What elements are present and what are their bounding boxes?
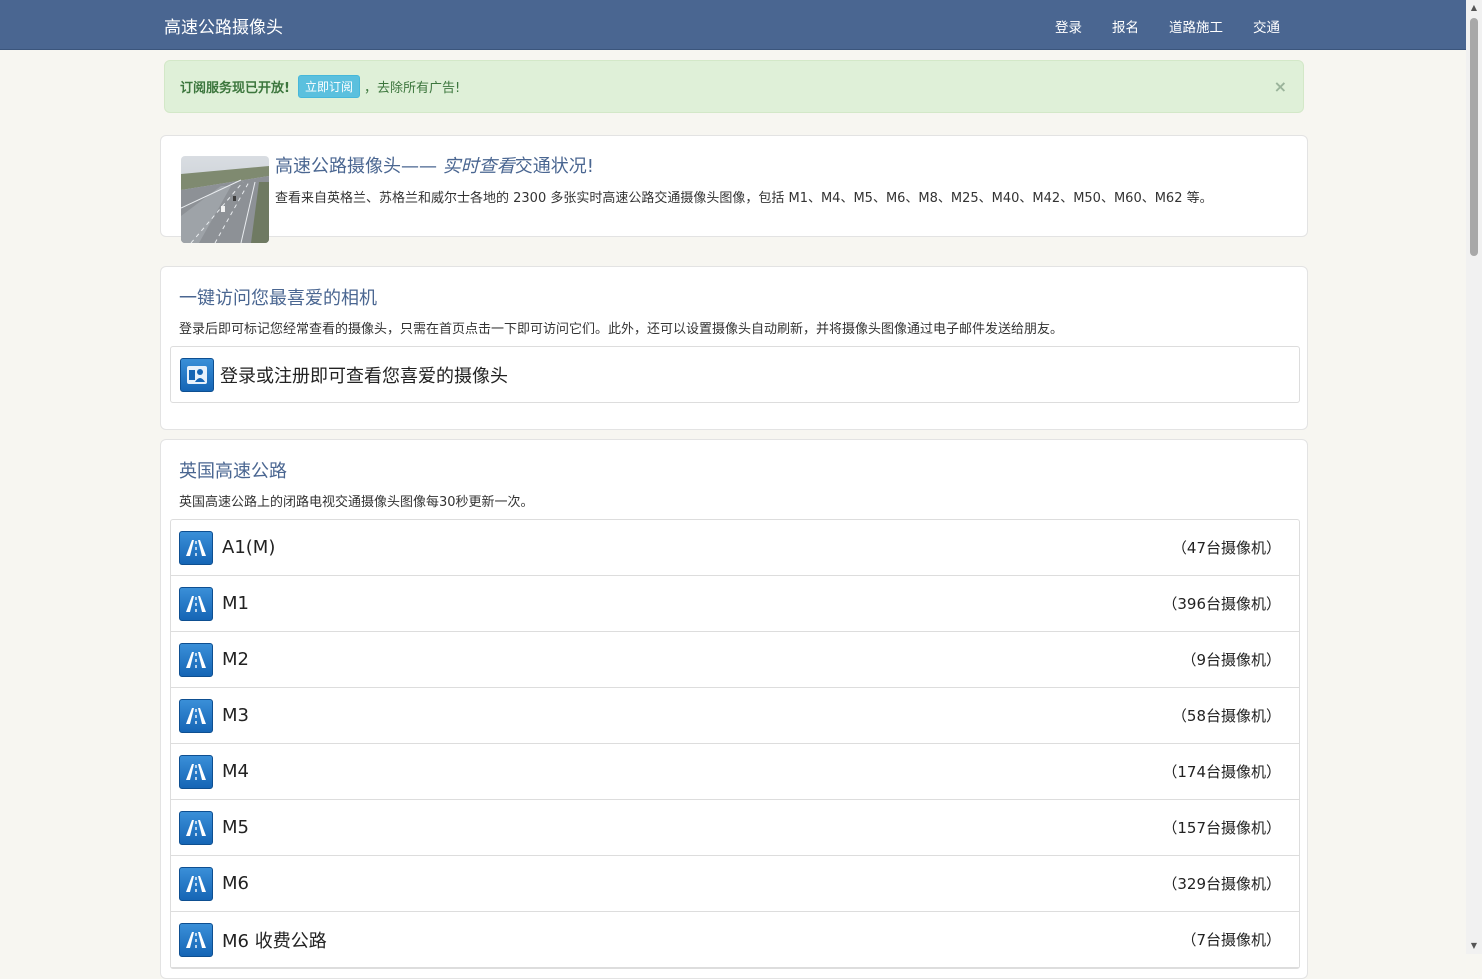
user-login-icon — [180, 357, 214, 392]
subscribe-now-button[interactable]: 立即订阅 — [297, 75, 360, 98]
page-scrollbar[interactable]: ▲ ▼ — [1466, 0, 1482, 954]
scroll-down-arrow-icon[interactable]: ▼ — [1466, 938, 1482, 954]
motorways-card: 英国高速公路 英国高速公路上的闭路电视交通摄像头图像每30秒更新一次。 A1(M… — [160, 439, 1308, 979]
scroll-thumb[interactable] — [1470, 18, 1478, 256]
hero-card: 高速公路摄像头—— 实时查看交通状况! 查看来自英格兰、苏格兰和威尔士各地的 2… — [160, 135, 1308, 243]
camera-count: （9台摄像机） — [1181, 651, 1281, 669]
motorways-title: 英国高速公路 — [179, 461, 287, 482]
subscription-alert: 订阅服务现已开放! 立即订阅 ，去除所有广告! × — [164, 60, 1304, 113]
motorway-list-item[interactable]: M6 （329台摄像机） — [171, 856, 1299, 912]
motorway-list-item[interactable]: M3 （58台摄像机） — [171, 688, 1299, 744]
motorway-list-item[interactable]: M6 收费公路 （7台摄像机） — [171, 912, 1299, 968]
motorway-name[interactable]: M2 — [222, 649, 249, 670]
scroll-up-arrow-icon[interactable]: ▲ — [1466, 0, 1482, 16]
camera-count: （58台摄像机） — [1171, 707, 1281, 725]
camera-count: （396台摄像机） — [1162, 595, 1281, 613]
login-register-link[interactable]: 登录或注册即可查看您喜爱的摄像头 — [170, 346, 1300, 403]
motorway-name[interactable]: M5 — [222, 817, 249, 838]
motorway-name[interactable]: M1 — [222, 593, 249, 614]
motorway-road-icon — [179, 586, 213, 621]
motorway-list-item[interactable]: A1(M) （47台摄像机） — [171, 520, 1299, 576]
camera-count: （174台摄像机） — [1162, 763, 1281, 781]
camera-count: （47台摄像机） — [1171, 539, 1281, 557]
site-brand[interactable]: 高速公路摄像头 — [164, 13, 283, 38]
motorway-road-icon — [179, 866, 213, 901]
motorway-name[interactable]: M4 — [222, 761, 249, 782]
motorway-road-icon — [179, 530, 213, 565]
motorway-list: A1(M) （47台摄像机） M1 （396台摄像机） M2 （9台摄像机） M3 （58台摄… — [170, 519, 1300, 969]
nav-register[interactable]: 报名 — [1112, 16, 1139, 36]
motorway-road-icon — [179, 754, 213, 789]
alert-headline: 订阅服务现已开放! — [180, 81, 290, 96]
motorway-photo-thumbnail — [181, 156, 269, 243]
motorway-list-item[interactable]: M2 （9台摄像机） — [171, 632, 1299, 688]
motorway-road-icon — [179, 810, 213, 845]
login-prompt-text: 登录或注册即可查看您喜爱的摄像头 — [220, 365, 508, 387]
motorway-road-icon — [179, 698, 213, 733]
close-icon[interactable]: × — [1274, 77, 1287, 96]
motorway-list-item[interactable]: M4 （174台摄像机） — [171, 744, 1299, 800]
alert-text: ，去除所有广告! — [363, 81, 461, 96]
camera-count: （157台摄像机） — [1162, 819, 1281, 837]
hero-title-prefix: 高速公路摄像头—— — [275, 156, 443, 177]
nav-traffic[interactable]: 交通 — [1253, 16, 1280, 36]
motorway-road-icon — [179, 922, 213, 957]
camera-count: （7台摄像机） — [1181, 931, 1281, 949]
motorway-list-item[interactable]: M5 （157台摄像机） — [171, 800, 1299, 856]
nav-login[interactable]: 登录 — [1055, 16, 1082, 36]
motorway-name[interactable]: A1(M) — [222, 537, 275, 558]
top-navbar: 高速公路摄像头 登录 报名 道路施工 交通 — [0, 0, 1466, 50]
motorway-name[interactable]: M6 — [222, 873, 249, 894]
hero-title-suffix: 交通状况! — [514, 156, 594, 177]
favorites-card: 一键访问您最喜爱的相机 登录后即可标记您经常查看的摄像头，只需在首页点击一下即可… — [160, 266, 1308, 430]
motorway-road-icon — [179, 642, 213, 677]
favorites-title: 一键访问您最喜爱的相机 — [179, 288, 377, 309]
favorites-description: 登录后即可标记您经常查看的摄像头，只需在首页点击一下即可访问它们。此外，还可以设… — [179, 322, 1064, 337]
nav-links: 登录 报名 道路施工 交通 — [1055, 16, 1280, 36]
hero-title: 高速公路摄像头—— 实时查看交通状况! — [275, 152, 594, 178]
hero-title-emphasis: 实时查看 — [442, 156, 515, 177]
hero-description: 查看来自英格兰、苏格兰和威尔士各地的 2300 多张实时高速公路交通摄像头图像，… — [275, 191, 1213, 206]
motorway-name[interactable]: M3 — [222, 705, 249, 726]
motorways-description: 英国高速公路上的闭路电视交通摄像头图像每30秒更新一次。 — [179, 495, 534, 510]
camera-count: （329台摄像机） — [1162, 875, 1281, 893]
motorway-name[interactable]: M6 收费公路 — [222, 927, 327, 953]
motorway-list-item[interactable]: M1 （396台摄像机） — [171, 576, 1299, 632]
nav-roadworks[interactable]: 道路施工 — [1169, 16, 1223, 36]
